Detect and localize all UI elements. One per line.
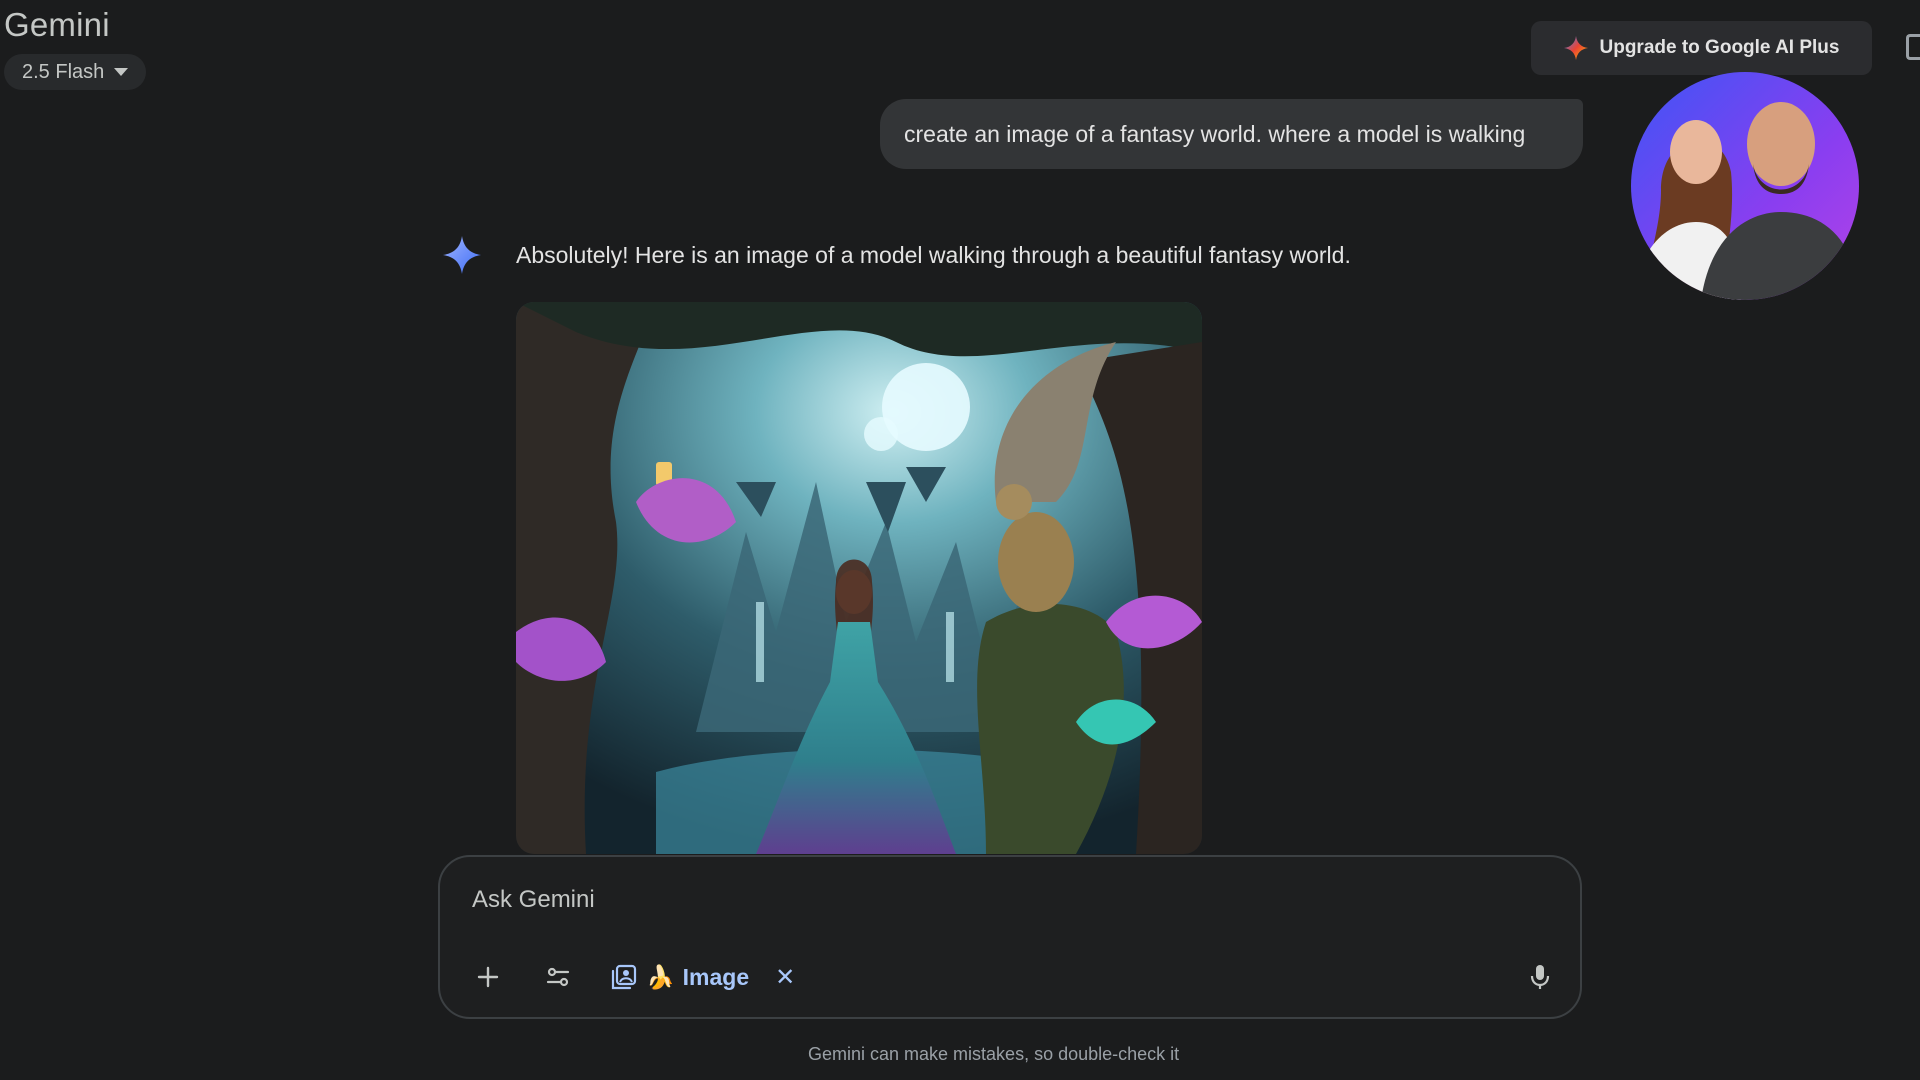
chevron-down-icon — [114, 68, 129, 76]
upgrade-button-label: Upgrade to Google AI Plus — [1599, 37, 1840, 58]
sliders-icon — [546, 967, 570, 987]
generated-image[interactable] — [516, 302, 1202, 854]
image-tool-chip[interactable]: 🍌 Image ✕ — [610, 957, 795, 997]
webcam-overlay — [1631, 72, 1859, 300]
image-gallery-icon — [611, 964, 637, 990]
upgrade-button[interactable]: Upgrade to Google AI Plus — [1531, 21, 1872, 75]
app-title: Gemini — [4, 6, 110, 43]
gemini-chat-page: Gemini 2.5 Flash Upgrade to Google AI Pl… — [0, 0, 1920, 1080]
user-message-bubble: create an image of a fantasy world. wher… — [880, 99, 1583, 169]
banana-emoji-icon: 🍌 — [646, 963, 675, 990]
gemini-spark-icon — [443, 236, 481, 274]
model-selector-label: 2.5 Flash — [22, 60, 105, 83]
tools-button[interactable] — [538, 957, 578, 997]
share-icon[interactable] — [1906, 34, 1920, 60]
model-selector[interactable]: 2.5 Flash — [4, 54, 147, 90]
gemini-spark-icon — [1563, 36, 1588, 60]
microphone-button[interactable] — [1520, 957, 1560, 997]
webcam-feed-image — [1631, 72, 1859, 300]
add-button[interactable] — [468, 957, 508, 997]
close-icon[interactable]: ✕ — [775, 963, 795, 992]
model-reply-text: Absolutely! Here is an image of a model … — [516, 242, 1351, 268]
microphone-icon — [1530, 965, 1550, 989]
disclaimer-text: Gemini can make mistakes, so double-chec… — [808, 1044, 1180, 1064]
prompt-input[interactable] — [470, 885, 1474, 915]
prompt-composer: 🍌 Image ✕ — [438, 855, 1582, 1019]
image-tool-label: Image — [682, 963, 750, 990]
user-message-text: create an image of a fantasy world. wher… — [904, 120, 1526, 147]
fantasy-world-image — [516, 302, 1202, 854]
plus-icon — [477, 966, 499, 988]
